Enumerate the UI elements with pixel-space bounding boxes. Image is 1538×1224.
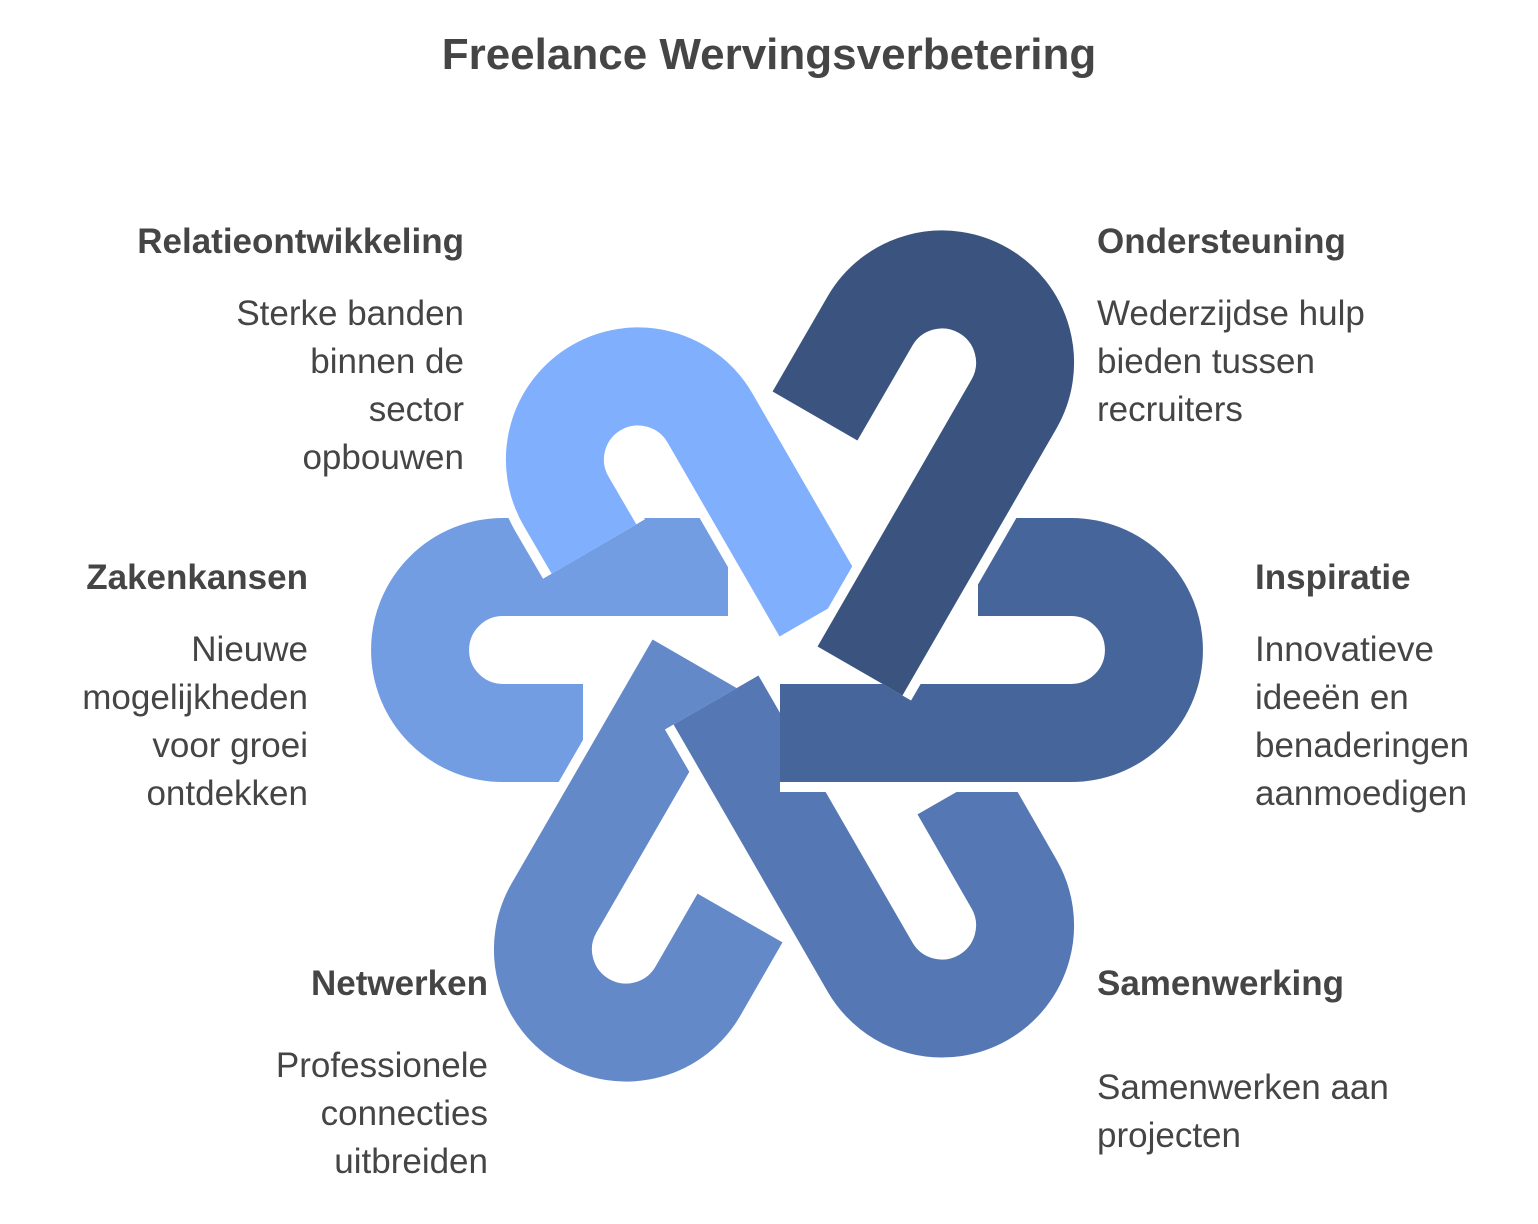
item-heading: Zakenkansen: [86, 558, 308, 597]
item-heading: Relatieontwikkeling: [137, 222, 464, 261]
item-netwerken: Netwerken Professionele connecties uitbr…: [48, 962, 488, 1186]
item-description: Nieuwe mogelijkheden voor groei ontdekke…: [82, 630, 308, 813]
item-zakenkansen: Zakenkansen Nieuwe mogelijkheden voor gr…: [0, 556, 308, 818]
item-heading: Samenwerking: [1097, 964, 1345, 1003]
item-inspiratie: Inspiratie Innovatieve ideeën en benader…: [1255, 556, 1525, 818]
item-description: Innovatieve ideeën en benaderingen aanmo…: [1255, 630, 1470, 813]
item-samenwerking: Samenwerking Samenwerken aan projecten: [1097, 962, 1537, 1160]
item-heading: Ondersteuning: [1097, 222, 1346, 261]
item-ondersteuning: Ondersteuning Wederzijdse hulp bieden tu…: [1097, 220, 1537, 434]
item-relatieontwikkeling: Relatieontwikkeling Sterke banden binnen…: [24, 220, 464, 482]
item-description: Sterke banden binnen de sector opbouwen: [236, 294, 464, 477]
item-description: Professionele connecties uitbreiden: [275, 1046, 488, 1181]
item-heading: Inspiratie: [1255, 558, 1411, 597]
item-heading: Netwerken: [310, 964, 488, 1003]
item-description: Wederzijdse hulp bieden tussen recruiter…: [1097, 294, 1365, 429]
item-description: Samenwerken aan projecten: [1097, 1068, 1389, 1155]
